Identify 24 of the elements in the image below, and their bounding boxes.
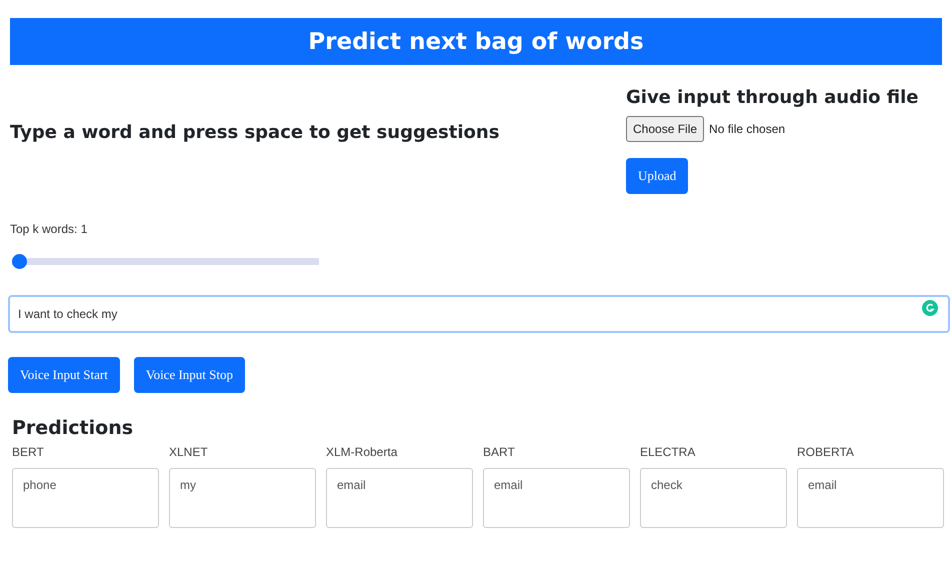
prediction-field[interactable]: email [797, 468, 944, 528]
choose-file-button[interactable]: Choose File [626, 116, 704, 142]
model-label: BART [483, 445, 516, 461]
model-label: BERT [12, 445, 45, 461]
model-label: ELECTRA [640, 445, 696, 461]
model-label: XLM-Roberta [326, 445, 398, 461]
audio-heading: Give input through audio file [626, 87, 919, 108]
model-label: XLNET [169, 445, 209, 461]
prediction-field[interactable]: my [169, 468, 316, 528]
voice-input-button[interactable]: Voice Input Stop [134, 357, 246, 393]
slider-thumb[interactable] [12, 254, 27, 269]
model-label: ROBERTA [797, 445, 855, 461]
instruction-heading: Type a word and press space to get suggestions [10, 122, 500, 143]
file-status: No file chosen [709, 122, 786, 136]
text-input-field[interactable]: I want to check my [8, 295, 950, 333]
predictions-heading: Predictions [12, 417, 134, 439]
page-header: Predict next bag of words [10, 18, 942, 65]
prediction-field[interactable]: email [483, 468, 630, 528]
prediction-field[interactable]: email [326, 468, 473, 528]
prediction-field[interactable]: check [640, 468, 787, 528]
voice-input-button[interactable]: Voice Input Start [8, 357, 120, 393]
slider-label: Top k words: 1 [10, 222, 88, 236]
prediction-field[interactable]: phone [12, 468, 159, 528]
upload-button[interactable]: Upload [626, 158, 688, 194]
